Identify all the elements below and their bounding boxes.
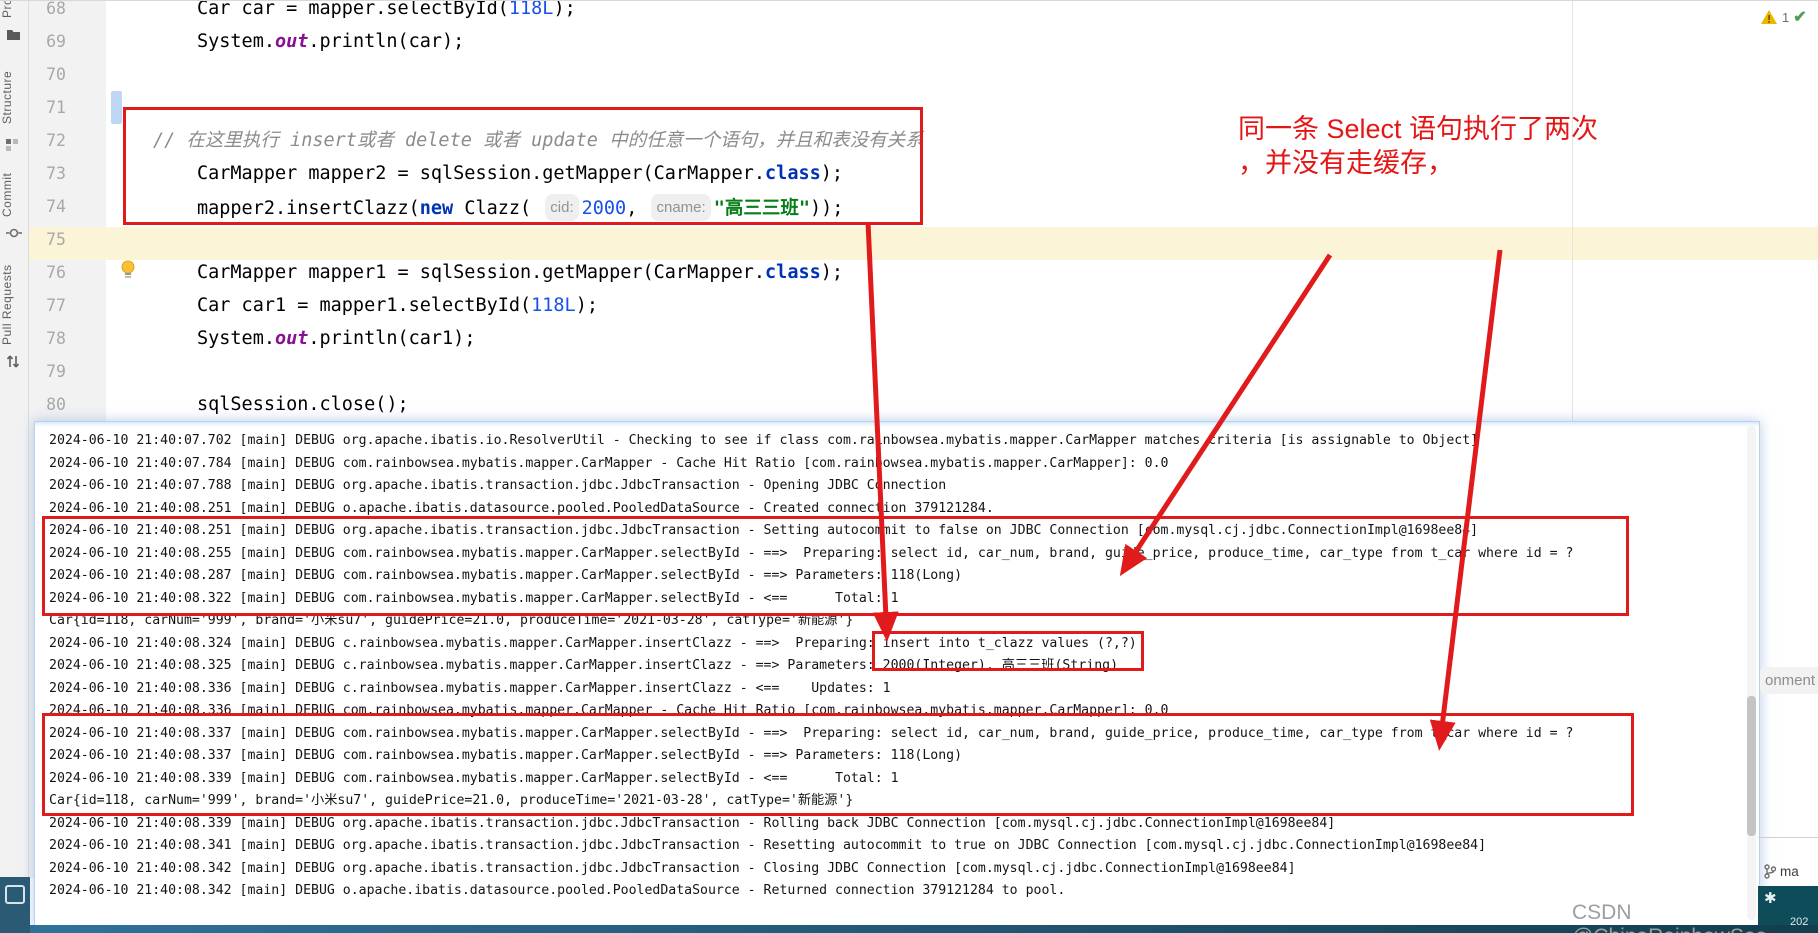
gutter-line-number[interactable]: 76 [28,263,66,282]
code-token: System. [197,31,275,52]
pull-requests-icon[interactable] [6,354,22,370]
intention-bulb-icon[interactable] [120,260,136,285]
annotation-box-insert-sql [872,631,1144,671]
inspections-ok-icon: ✔ [1793,9,1807,26]
console-line[interactable]: 2024-06-10 21:40:08.336 [main] DEBUG c.r… [49,680,891,697]
console-line[interactable]: 2024-06-10 21:40:08.342 [main] DEBUG o.a… [49,882,1065,899]
code-token: ); [553,0,576,19]
code-token: .println(car1); [308,328,476,349]
gutter-line-number[interactable]: 77 [28,296,66,315]
annotation-box-code [123,107,923,225]
csdn-watermark: CSDN @ChinaRainbowSea [1572,901,1767,933]
console-line[interactable]: 2024-06-10 21:40:08.339 [main] DEBUG org… [49,815,1335,832]
structure-icon[interactable] [6,138,22,154]
code-token: ); [820,262,844,283]
annotation-note: 同一条 Select 语句执行了两次 ，并没有走缓存， [1238,112,1638,180]
gutter-line-number[interactable]: 70 [28,65,66,84]
gutter-line-number[interactable]: 78 [28,329,66,348]
code-token: out [274,31,309,52]
inspections-widget[interactable]: 1 ✔ [1760,7,1807,27]
code-token: sqlSession.close(); [197,394,409,415]
gutter-line-number[interactable]: 72 [28,131,66,150]
right-margin-guide [1572,0,1573,421]
vcs-change-marker[interactable] [111,91,122,124]
console-line[interactable]: 2024-06-10 21:40:08.251 [main] DEBUG o.a… [49,500,994,517]
git-branch-icon [1764,864,1776,879]
code-line-78[interactable]: System.out.println(car1); [197,326,475,351]
code-token: Car car1 = mapper1.selectById( [197,295,532,316]
folder-icon[interactable] [6,28,22,44]
code-line-68[interactable]: Car car = mapper.selectById(118L); [197,0,576,21]
console-line[interactable]: 2024-06-10 21:40:07.702 [main] DEBUG org… [49,432,1478,449]
caret-line-highlight [25,227,1818,260]
gutter-line-number[interactable]: 69 [28,32,66,51]
gutter-line-number[interactable]: 74 [28,197,66,216]
console-top-edge [35,422,1759,427]
annotation-box-first-select [42,516,1629,616]
git-branch-widget[interactable]: ma [1764,864,1799,879]
warning-triangle-icon [1761,10,1777,24]
annotation-note-line2: ，并没有走缓存， [1238,148,1454,178]
window-icon [5,885,25,904]
console-line[interactable]: 2024-06-10 21:40:07.784 [main] DEBUG com… [49,455,1168,472]
annotation-note-line1: 同一条 Select 语句执行了两次 [1238,114,1599,144]
left-tool-stripe: Pro Structure Commit Pull Requests [0,0,29,933]
status-bar-divider [1758,837,1818,838]
taskbar-left-tile[interactable] [0,877,30,933]
code-token: .println(car); [308,31,465,52]
tool-button-pull-requests[interactable]: Pull Requests [0,258,28,352]
commit-icon[interactable] [6,226,22,242]
console-line[interactable]: 2024-06-10 21:40:08.342 [main] DEBUG org… [49,860,1296,877]
bottom-bar [0,925,1818,933]
tool-button-structure[interactable]: Structure [0,60,28,134]
console-scrollbar-track[interactable] [1747,426,1756,920]
gutter-line-number[interactable]: 73 [28,164,66,183]
run-console-panel: 2024-06-10 21:40:07.702 [main] DEBUG org… [34,421,1760,927]
code-token: 118L [508,0,554,19]
gutter-line-number[interactable]: 68 [28,0,66,18]
console-line[interactable]: 2024-06-10 21:40:07.788 [main] DEBUG org… [49,477,946,494]
code-line-80[interactable]: sqlSession.close(); [197,392,409,417]
console-line[interactable]: 2024-06-10 21:40:08.341 [main] DEBUG org… [49,837,1486,854]
code-token: out [274,328,309,349]
code-token: ); [575,295,598,316]
tool-button-commit[interactable]: Commit [0,166,28,224]
environment-tab-fragment[interactable]: onment [1760,667,1818,694]
gutter-line-number[interactable]: 71 [28,98,66,117]
code-token: class [765,262,821,283]
git-branch-label: ma [1780,864,1799,879]
gutter-line-number[interactable]: 79 [28,362,66,381]
code-token: 118L [531,295,576,316]
gutter-line-number[interactable]: 80 [28,395,66,414]
editor-top-border [0,0,1818,1]
gutter-line-number[interactable]: 75 [28,230,66,249]
annotation-box-second-select [42,713,1634,816]
code-line-69[interactable]: System.out.println(car); [197,29,464,54]
code-line-76[interactable]: CarMapper mapper1 = sqlSession.getMapper… [197,260,843,285]
code-line-77[interactable]: Car car1 = mapper1.selectById(118L); [197,293,598,318]
ide-window: Pro Structure Commit Pull Requests 68 Car ca… [0,0,1818,933]
code-token: System. [197,328,275,349]
code-token: Car car = mapper.selectById( [197,0,509,19]
console-scrollbar-thumb[interactable] [1747,696,1756,836]
warning-count: 1 [1782,9,1790,25]
code-token: CarMapper mapper1 = sqlSession.getMapper… [197,262,766,283]
